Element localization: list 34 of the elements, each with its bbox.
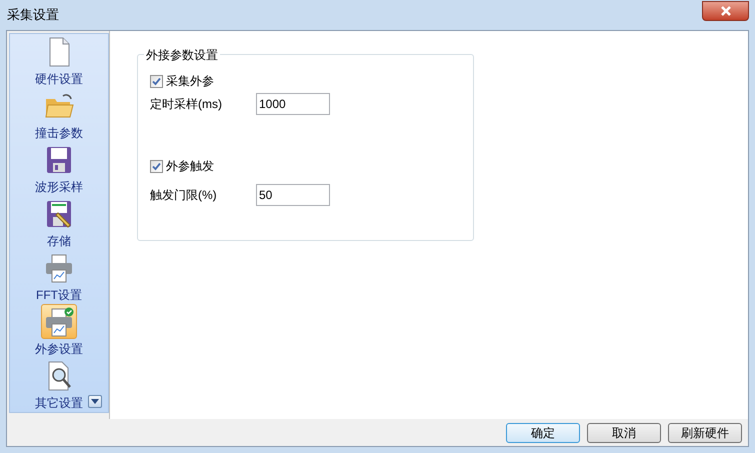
sidebar-item[interactable]: FFT设置 [36, 250, 82, 304]
sidebar-item[interactable]: 波形采样 [35, 142, 83, 196]
scroll-down-button[interactable] [88, 395, 102, 408]
sidebar-label: 硬件设置 [35, 71, 83, 88]
sidebar-item[interactable]: 存储 [41, 196, 77, 250]
input-field[interactable]: 1000 [256, 93, 330, 115]
dialog-button[interactable]: 确定 [506, 422, 580, 442]
checkbox[interactable] [150, 160, 163, 172]
close-icon [720, 6, 732, 16]
dialog-button[interactable]: 取消 [587, 422, 661, 442]
sidebar-item[interactable]: 硬件设置 [35, 34, 83, 88]
sidebar-label: 存储 [47, 233, 71, 250]
sidebar-label: 波形采样 [35, 179, 83, 196]
checkbox-label: 采集外参 [166, 73, 214, 90]
dialog-button[interactable]: 刷新硬件 [668, 422, 742, 442]
sidebar-item[interactable]: 外参设置 [35, 304, 83, 358]
sidebar-label: 外参设置 [35, 341, 83, 358]
sidebar-label: FFT设置 [36, 287, 82, 304]
input-field[interactable]: 50 [256, 184, 330, 206]
window-title: 采集设置 [7, 6, 59, 24]
field-label: 触发门限(%) [150, 187, 218, 204]
printer-check-icon [44, 306, 74, 336]
checkbox-label: 外参触发 [166, 158, 214, 175]
sidebar-item[interactable]: 撞击参数 [35, 88, 83, 142]
floppy-pencil-icon [44, 198, 74, 228]
checkbox[interactable] [150, 74, 163, 88]
sidebar-item[interactable]: 其它设置 [35, 358, 83, 412]
printer-icon [44, 252, 74, 282]
group-title: 外接参数设置 [144, 46, 220, 64]
field-label: 定时采样(ms) [150, 96, 223, 113]
caret-down-icon [91, 399, 99, 404]
close-button[interactable] [702, 1, 749, 21]
sidebar-label: 其它设置 [35, 395, 83, 412]
sidebar-label: 撞击参数 [35, 125, 83, 142]
